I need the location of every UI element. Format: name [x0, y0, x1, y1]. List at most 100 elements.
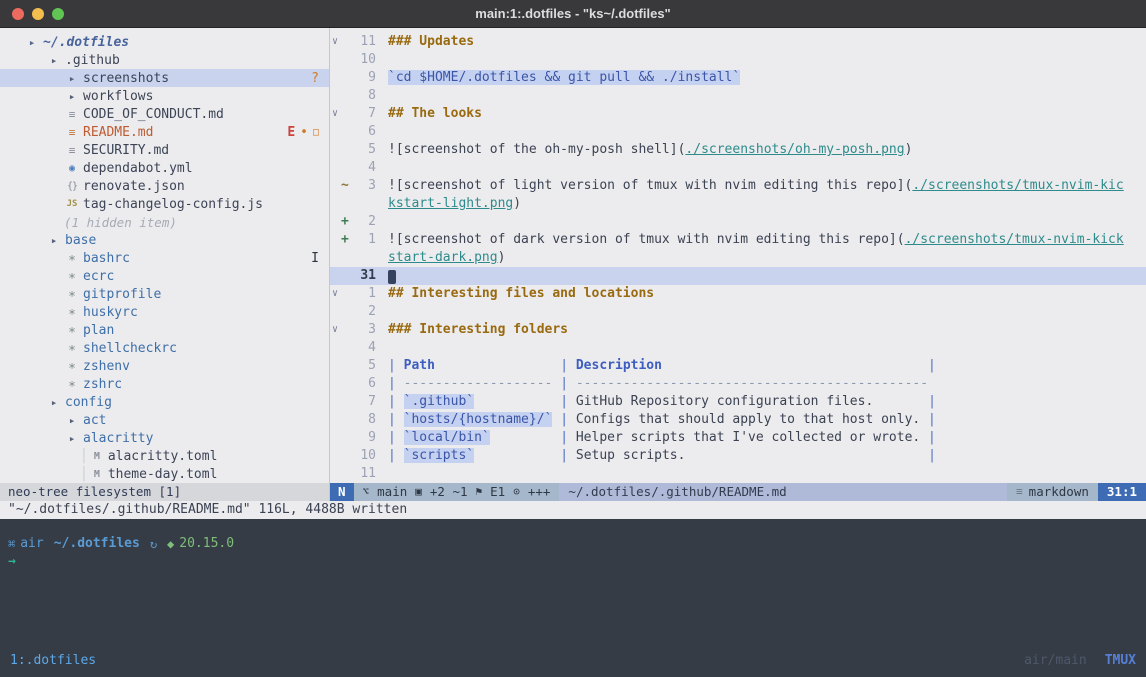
window-title: main:1:.dotfiles - "ks~/.dotfiles" — [475, 6, 670, 21]
zoom-button[interactable] — [52, 8, 64, 20]
editor-line[interactable]: 5![screenshot of the oh-my-posh shell](.… — [330, 141, 1146, 159]
line-text: | `scripts` | Setup scripts. | — [388, 447, 936, 465]
line-text: ![screenshot of light version of tmux wi… — [388, 177, 1124, 195]
tree-item-theme-day-toml[interactable]: │Mtheme-day.toml — [0, 465, 329, 483]
editor-line[interactable]: start-dark.png) — [330, 249, 1146, 267]
gutter: 4 — [330, 159, 388, 177]
tree-item-config[interactable]: ▸config — [0, 393, 329, 411]
tree-item-tag-changelog-config-js[interactable]: JStag-changelog-config.js — [0, 195, 329, 213]
tree-item-act[interactable]: ▸act — [0, 411, 329, 429]
tree-item-plan[interactable]: ∗plan — [0, 321, 329, 339]
line-number: 4 — [352, 159, 376, 177]
git-sign-column — [341, 303, 352, 321]
editor-line[interactable]: ~3![screenshot of light version of tmux … — [330, 177, 1146, 195]
prompt-input-line[interactable]: → — [0, 551, 1146, 569]
editor-line[interactable]: 2 — [330, 303, 1146, 321]
git-diff-counts: +2 ~1 — [430, 483, 468, 501]
editor-line[interactable]: kstart-light.png) — [330, 195, 1146, 213]
fold-column — [330, 123, 341, 141]
line-number: 31 — [352, 267, 376, 285]
tree-item-root[interactable]: ▸~/.dotfiles — [0, 33, 329, 51]
tree-item-security-md[interactable]: ≡SECURITY.md — [0, 141, 329, 159]
line-text: `cd $HOME/.dotfiles && git pull && ./ins… — [388, 69, 740, 87]
tree-item-base[interactable]: ▸base — [0, 231, 329, 249]
fold-column: ∨ — [330, 105, 341, 123]
git-sign-column — [341, 105, 352, 123]
filetype-label: markdown — [1029, 483, 1089, 501]
line-text: | `.github` | GitHub Repository configur… — [388, 393, 936, 411]
gutter: 2 — [330, 303, 388, 321]
text-segment: Description — [576, 358, 662, 373]
text-segment: ## The looks — [388, 106, 482, 121]
git-sign-column — [341, 249, 352, 267]
editor-line[interactable]: 4 — [330, 159, 1146, 177]
editor-line[interactable]: 6 — [330, 123, 1146, 141]
tree-item-dependabot-yml[interactable]: ◉dependabot.yml — [0, 159, 329, 177]
editor-line[interactable]: +1![screenshot of dark version of tmux w… — [330, 231, 1146, 249]
editor-line[interactable]: 8| `hosts/{hostname}/` | Configs that sh… — [330, 411, 1146, 429]
tree-item-alacritty[interactable]: ▸alacritty — [0, 429, 329, 447]
indent-guide: │ — [80, 449, 88, 464]
tree-item-readme-md[interactable]: ≡README.mdE•□ — [0, 123, 329, 141]
item-label: huskyrc — [83, 305, 138, 320]
text-segment: ------------------- — [404, 376, 553, 391]
line-number: 9 — [352, 429, 376, 447]
tree-item-renovate-json[interactable]: {}renovate.json — [0, 177, 329, 195]
editor-line[interactable]: 6| ------------------- | ---------------… — [330, 375, 1146, 393]
git-sign-column — [341, 123, 352, 141]
tree-item-bashrc[interactable]: ∗bashrcI — [0, 249, 329, 267]
editor-line[interactable]: ∨11### Updates — [330, 33, 1146, 51]
item-label: ~/.dotfiles — [43, 35, 129, 50]
text-segment: | — [920, 412, 936, 427]
tree-item-github[interactable]: ▸.github — [0, 51, 329, 69]
editor-rows: ∨11### Updates109`cd $HOME/.dotfiles && … — [330, 33, 1146, 483]
editor-line[interactable]: ∨7## The looks — [330, 105, 1146, 123]
text-segment: Helper scripts that I've collected or wr… — [576, 430, 920, 445]
tree-item-huskyrc[interactable]: ∗huskyrc — [0, 303, 329, 321]
tree-item-alacritty-toml[interactable]: │Malacritty.toml — [0, 447, 329, 465]
minimize-button[interactable] — [32, 8, 44, 20]
markdown-icon: ≡ — [1016, 483, 1023, 501]
tree-item-zshenv[interactable]: ∗zshenv — [0, 357, 329, 375]
tree-item-ecrc[interactable]: ∗ecrc — [0, 267, 329, 285]
item-markers: E•□ — [287, 125, 329, 140]
tree-item-gitprofile[interactable]: ∗gitprofile — [0, 285, 329, 303]
git-sign-column — [341, 87, 352, 105]
hunks-icon: ⊙ — [513, 483, 520, 501]
tree-item-code-of-conduct-md[interactable]: ≡CODE_OF_CONDUCT.md — [0, 105, 329, 123]
fold-column — [330, 303, 341, 321]
editor-line[interactable]: 9`cd $HOME/.dotfiles && git pull && ./in… — [330, 69, 1146, 87]
editor-line[interactable]: 5| Path | Description | — [330, 357, 1146, 375]
editor-panel[interactable]: ∨11### Updates109`cd $HOME/.dotfiles && … — [330, 28, 1146, 483]
text-segment: | — [920, 358, 936, 373]
editor-line[interactable]: 9| `local/bin` | Helper scripts that I'v… — [330, 429, 1146, 447]
fold-column — [330, 69, 341, 87]
editor-line[interactable]: 10| `scripts` | Setup scripts. | — [330, 447, 1146, 465]
tree-item-hidden-items[interactable]: (1 hidden item) — [0, 213, 329, 231]
editor-line[interactable]: 31 — [330, 267, 1146, 285]
tree-item-zshrc[interactable]: ∗zshrc — [0, 375, 329, 393]
editor-line[interactable]: ∨1## Interesting files and locations — [330, 285, 1146, 303]
editor-line[interactable]: 11 — [330, 465, 1146, 483]
editor-line[interactable]: +2 — [330, 213, 1146, 231]
shell-pane[interactable]: ⌘air~/.dotfiles↻◆20.15.0 → 1:.dotfiles a… — [0, 519, 1146, 677]
tree-item-screenshots[interactable]: ▸screenshots? — [0, 69, 329, 87]
prompt-arrow-icon: → — [8, 554, 16, 569]
tmux-label: TMUX — [1105, 653, 1136, 668]
gutter: ∨3 — [330, 321, 388, 339]
tmux-window-name[interactable]: 1:.dotfiles — [10, 653, 96, 668]
close-button[interactable] — [12, 8, 24, 20]
statusline: N ⌥main▣+2 ~1⚑E1⊙+++ ~/.dotfiles/.github… — [330, 483, 1146, 501]
item-markers: ? — [311, 71, 329, 86]
editor-line[interactable]: ∨3### Interesting folders — [330, 321, 1146, 339]
text-segment: | — [388, 448, 404, 463]
git-sign-column: ~ — [341, 177, 352, 195]
tree-item-shellcheckrc[interactable]: ∗shellcheckrc — [0, 339, 329, 357]
tree-item-workflows[interactable]: ▸workflows — [0, 87, 329, 105]
editor-line[interactable]: 4 — [330, 339, 1146, 357]
text-segment: ./screenshots/tmux-nvim-kick — [905, 232, 1124, 247]
editor-line[interactable]: 8 — [330, 87, 1146, 105]
editor-line[interactable]: 10 — [330, 51, 1146, 69]
gutter: 5 — [330, 357, 388, 375]
editor-line[interactable]: 7| `.github` | GitHub Repository configu… — [330, 393, 1146, 411]
